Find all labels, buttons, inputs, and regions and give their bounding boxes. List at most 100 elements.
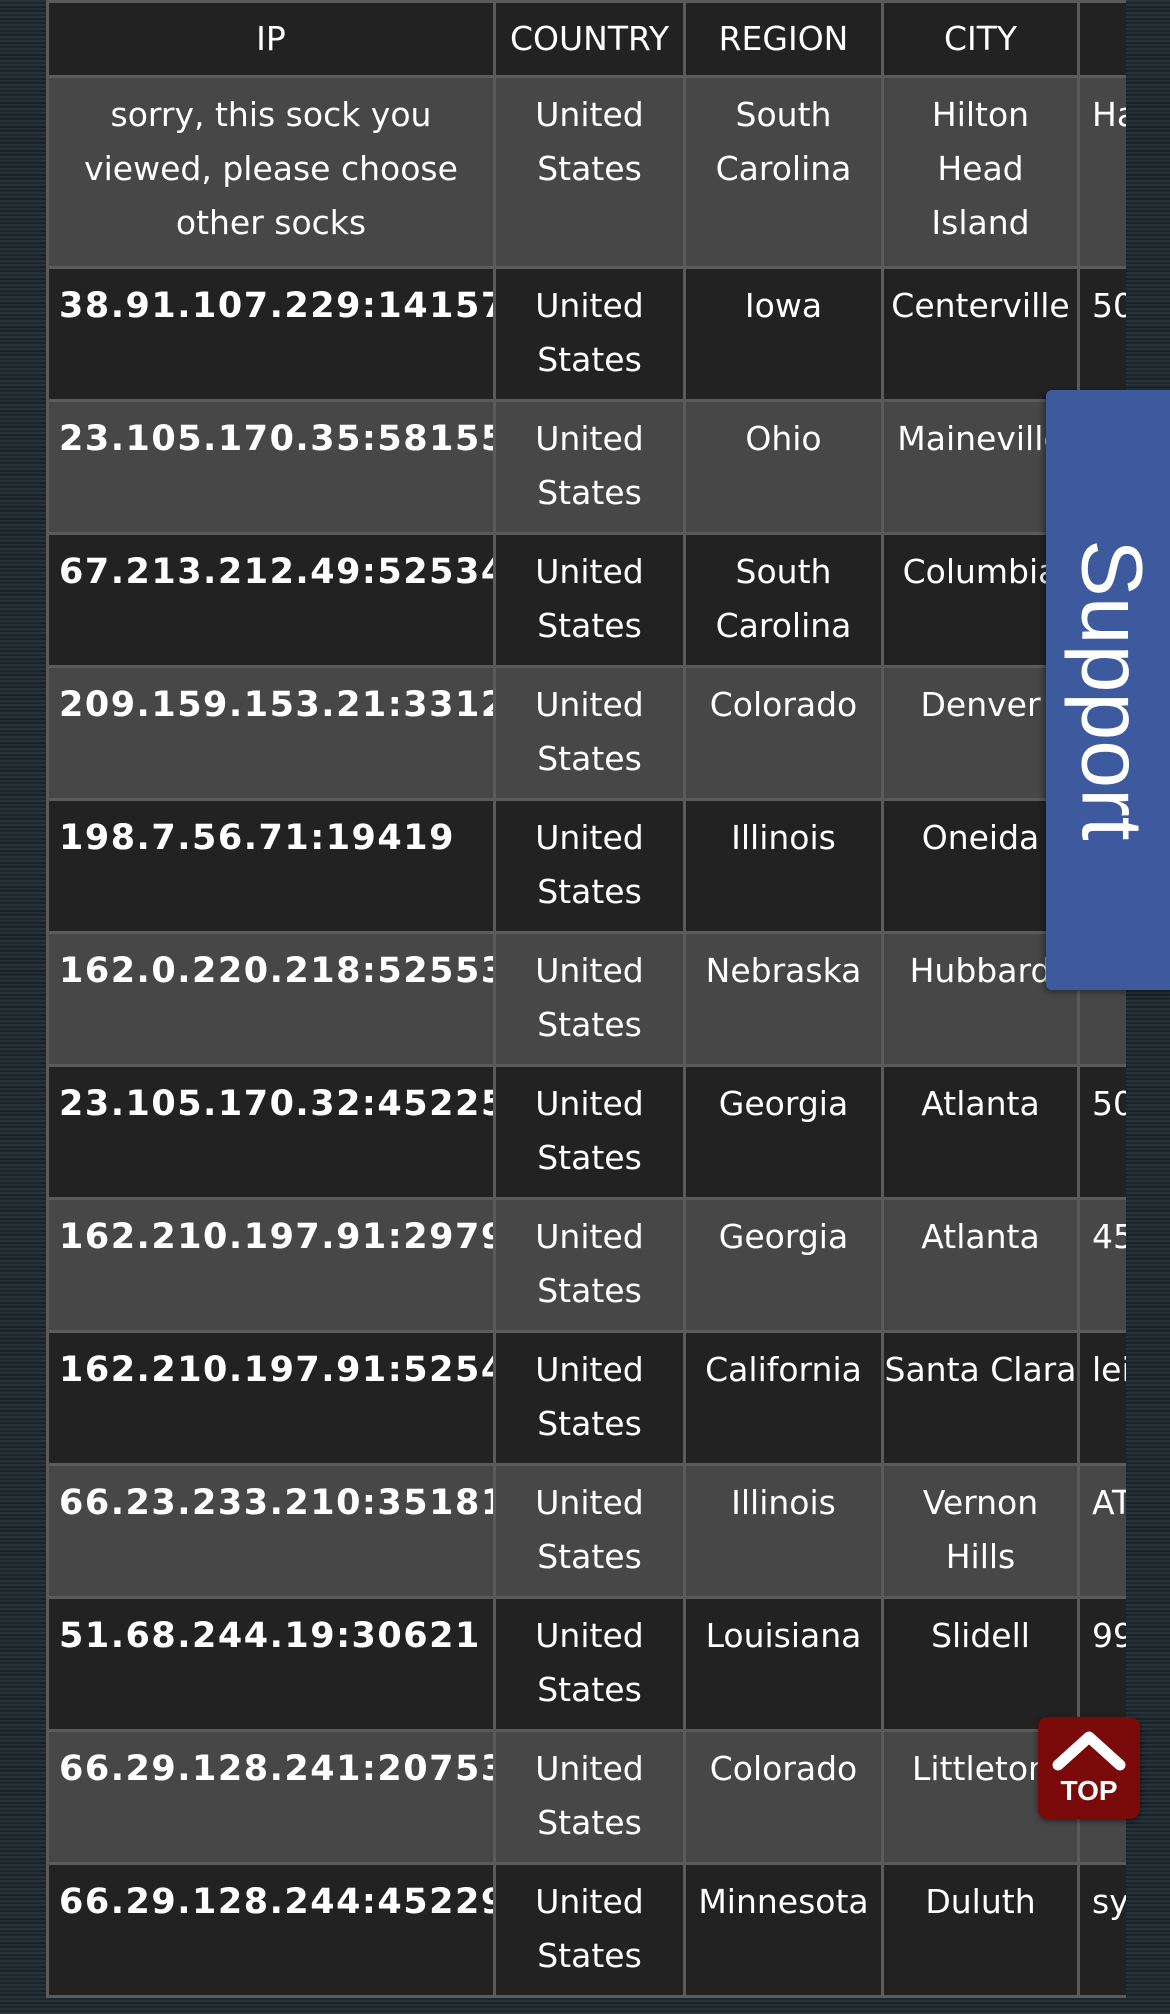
cell-region-text: Louisiana xyxy=(705,1616,862,1655)
cell-country: United States xyxy=(493,1197,686,1333)
header-country[interactable]: COUNTRY xyxy=(493,0,686,78)
cell-ip[interactable]: 51.68.244.19:30621 xyxy=(46,1596,496,1732)
cell-city: Slidell xyxy=(881,1596,1080,1732)
cell-ip[interactable]: 66.23.233.210:35181 xyxy=(46,1463,496,1599)
table-row[interactable]: 66.29.128.244:45229 United States Minnesot… xyxy=(46,1862,1126,1998)
cell-ip-text: 66.23.233.210:35181 xyxy=(59,1483,495,1523)
top-button[interactable]: TOP xyxy=(1038,1717,1140,1819)
cell-country-text: United States xyxy=(535,685,644,778)
table-row[interactable]: 198.7.56.71:19419 United States Illinois On… xyxy=(46,798,1126,934)
cell-ip-text: 23.105.170.32:45225 xyxy=(59,1084,495,1124)
cell-region: Colorado xyxy=(683,1729,884,1865)
table-header-row: IP COUNTRY REGION CITY xyxy=(46,0,1126,78)
cell-region: California xyxy=(683,1330,884,1466)
support-tab[interactable]: Support xyxy=(1046,390,1170,990)
cell-extra: lei xyxy=(1077,1330,1126,1466)
cell-region-text: South Carolina xyxy=(715,552,852,645)
cell-city-text: Duluth xyxy=(925,1882,1036,1921)
cell-ip[interactable]: 23.105.170.35:58155 xyxy=(46,399,496,535)
cell-country-text: United States xyxy=(535,1217,644,1310)
cell-city-text: Centerville xyxy=(891,286,1070,325)
cell-city: Atlanta xyxy=(881,1197,1080,1333)
table-row[interactable]: 162.210.197.91:52549 United States Califor… xyxy=(46,1330,1126,1466)
table-row[interactable]: 162.210.197.91:29797 United States Georgia… xyxy=(46,1197,1126,1333)
socks-table: IP COUNTRY REGION CITY sorry, this sock … xyxy=(46,0,1126,1998)
cell-region: Colorado xyxy=(683,665,884,801)
header-region[interactable]: REGION xyxy=(683,0,884,78)
table-row[interactable]: 66.23.233.210:35181 United States Illinois… xyxy=(46,1463,1126,1599)
cell-ip-text: 67.213.212.49:52534 xyxy=(59,552,495,592)
cell-country-text: United States xyxy=(535,1084,644,1177)
cell-country: United States xyxy=(493,1729,686,1865)
cell-region-text: Ohio xyxy=(745,419,822,458)
cell-extra: 45 23 xyxy=(1077,1197,1126,1333)
cell-city: Hilton Head Island xyxy=(881,75,1080,269)
cell-extra-text: 50 xyxy=(1092,286,1126,325)
cell-ip[interactable]: 162.0.220.218:52553 xyxy=(46,931,496,1067)
cell-ip-text: 162.210.197.91:29797 xyxy=(59,1217,495,1257)
cell-region: Illinois xyxy=(683,798,884,934)
cell-ip[interactable]: 38.91.107.229:14157 xyxy=(46,266,496,402)
cell-country-text: United States xyxy=(535,1483,644,1576)
cell-region: Minnesota xyxy=(683,1862,884,1998)
cell-country: United States xyxy=(493,1463,686,1599)
socks-table-container: IP COUNTRY REGION CITY sorry, this sock … xyxy=(46,0,1126,2014)
cell-ip[interactable]: 209.159.153.21:33129 xyxy=(46,665,496,801)
cell-region: South Carolina xyxy=(683,532,884,668)
cell-country: United States xyxy=(493,1862,686,1998)
cell-ip-text: 23.105.170.35:58155 xyxy=(59,419,495,459)
cell-ip[interactable]: 67.213.212.49:52534 xyxy=(46,532,496,668)
table-row[interactable]: 38.91.107.229:14157 United States Iowa Cent… xyxy=(46,266,1126,402)
cell-extra-text: lei xyxy=(1092,1350,1126,1389)
cell-extra-text: Ha Inc xyxy=(1092,95,1126,134)
cell-region-text: California xyxy=(705,1350,862,1389)
cell-ip-text: 66.29.128.244:45229 xyxy=(59,1882,495,1922)
cell-ip-text: 51.68.244.19:30621 xyxy=(59,1616,481,1656)
cell-ip[interactable]: sorry, this sock you viewed, please choo… xyxy=(46,75,496,269)
cell-ip-text: 209.159.153.21:33129 xyxy=(59,685,495,725)
cell-country-text: United States xyxy=(535,1882,644,1975)
cell-region-text: Illinois xyxy=(731,818,836,857)
cell-extra-text: 50 sta xyxy=(1092,1084,1126,1123)
header-ip[interactable]: IP xyxy=(46,0,496,78)
cell-country: United States xyxy=(493,75,686,269)
cell-ip-text: 66.29.128.241:20753 xyxy=(59,1749,495,1789)
cell-ip[interactable]: 198.7.56.71:19419 xyxy=(46,798,496,934)
cell-extra-text: 99 19 xyxy=(1092,1616,1126,1655)
table-row[interactable]: 66.29.128.241:20753 United States Colorado… xyxy=(46,1729,1126,1865)
cell-extra-text: AT xyxy=(1092,1483,1126,1522)
cell-region: Louisiana xyxy=(683,1596,884,1732)
cell-ip[interactable]: 162.210.197.91:52549 xyxy=(46,1330,496,1466)
cell-extra: 99 19 xyxy=(1077,1596,1126,1732)
cell-city-text: Slidell xyxy=(931,1616,1030,1655)
cell-ip-text: 162.0.220.218:52553 xyxy=(59,951,495,991)
table-row[interactable]: sorry, this sock you viewed, please choo… xyxy=(46,75,1126,269)
cell-country: United States xyxy=(493,931,686,1067)
cell-region-text: Illinois xyxy=(731,1483,836,1522)
cell-extra-text: 45 23 xyxy=(1092,1217,1126,1256)
table-row[interactable]: 23.105.170.35:58155 United States Ohio Main… xyxy=(46,399,1126,535)
cell-ip-text: 198.7.56.71:19419 xyxy=(59,818,455,858)
cell-country-text: United States xyxy=(535,1749,644,1842)
cell-city: Centerville xyxy=(881,266,1080,402)
cell-ip[interactable]: 162.210.197.91:29797 xyxy=(46,1197,496,1333)
table-row[interactable]: 67.213.212.49:52534 United States South Ca… xyxy=(46,532,1126,668)
cell-ip[interactable]: 66.29.128.244:45229 xyxy=(46,1862,496,1998)
cell-city: Atlanta xyxy=(881,1064,1080,1200)
cell-region: Georgia xyxy=(683,1064,884,1200)
table-row[interactable]: 162.0.220.218:52553 United States Nebraska… xyxy=(46,931,1126,1067)
cell-ip-text: 162.210.197.91:52549 xyxy=(59,1350,495,1390)
cell-country-text: United States xyxy=(535,818,644,911)
cell-region: South Carolina xyxy=(683,75,884,269)
cell-country: United States xyxy=(493,665,686,801)
cell-ip[interactable]: 23.105.170.32:45225 xyxy=(46,1064,496,1200)
cell-extra-text: sy 05 xyxy=(1092,1882,1126,1921)
table-row[interactable]: 23.105.170.32:45225 United States Georgia A… xyxy=(46,1064,1126,1200)
header-city[interactable]: CITY xyxy=(881,0,1080,78)
table-row[interactable]: 51.68.244.19:30621 United States Louisiana… xyxy=(46,1596,1126,1732)
support-label: Support xyxy=(1063,539,1160,841)
cell-country-text: United States xyxy=(535,1350,644,1443)
table-row[interactable]: 209.159.153.21:33129 United States Colorad… xyxy=(46,665,1126,801)
cell-region: Iowa xyxy=(683,266,884,402)
cell-ip[interactable]: 66.29.128.241:20753 xyxy=(46,1729,496,1865)
